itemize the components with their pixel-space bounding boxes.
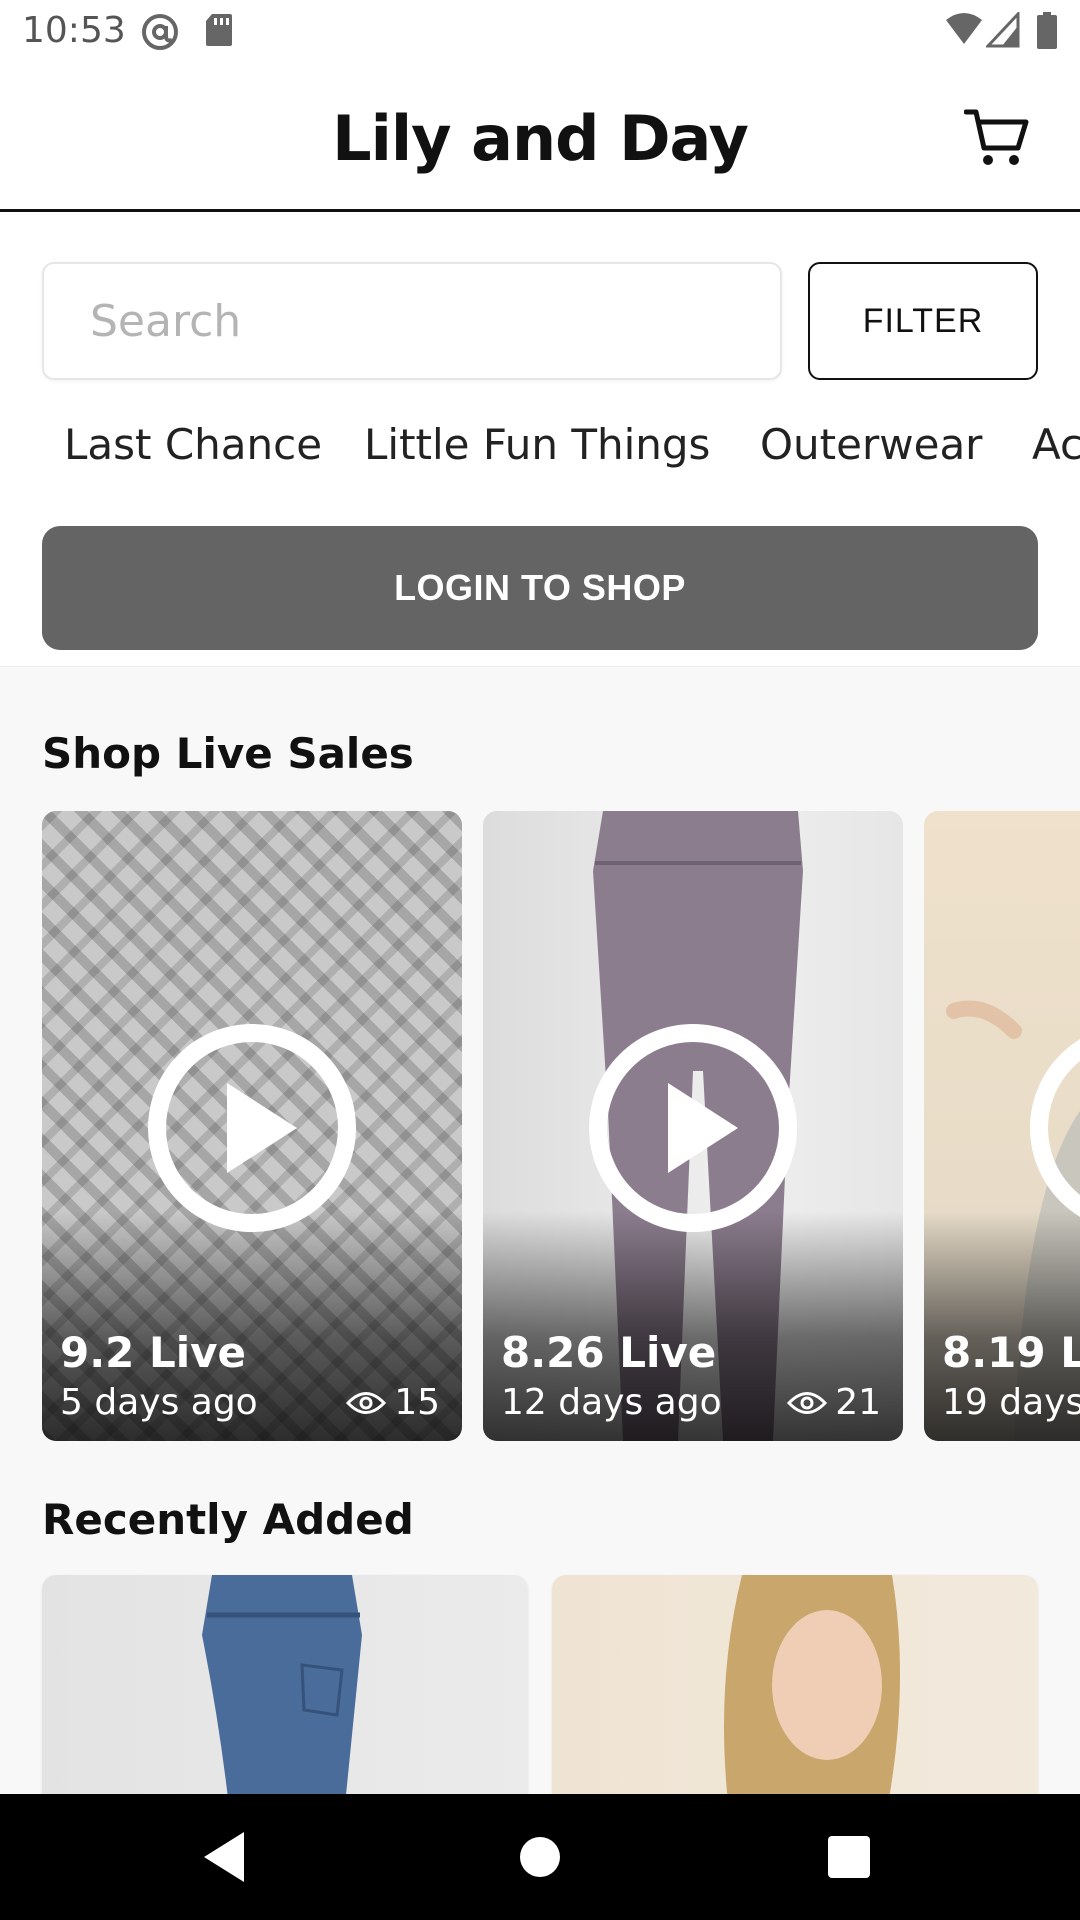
live-sale-date: 5 days ago: [60, 1382, 258, 1423]
live-sale-title: 8.19 LI: [942, 1328, 1080, 1377]
view-count: 21: [835, 1382, 881, 1423]
view-count: 15: [394, 1382, 440, 1423]
app-header: Lily and Day: [0, 62, 1080, 212]
section-title-recently-added: Recently Added: [42, 1495, 414, 1544]
at-sign-icon: [142, 14, 178, 50]
live-sale-card[interactable]: 9.2 Live 5 days ago 15: [42, 811, 462, 1441]
play-icon[interactable]: [147, 1023, 357, 1233]
battery-icon: [1037, 12, 1057, 49]
live-sale-date: 19 days: [942, 1382, 1080, 1423]
cart-icon[interactable]: [964, 104, 1030, 170]
main-content: Shop Live Sales 9.2 Live 5 days ago 15 8…: [0, 666, 1080, 1794]
category-little-fun-things[interactable]: Little Fun Things: [364, 420, 710, 469]
app-title: Lily and Day: [332, 102, 749, 175]
live-sale-views: 21: [787, 1382, 881, 1423]
system-nav-bar: [0, 1794, 1080, 1920]
status-bar: 10:53: [0, 0, 1080, 62]
model-image: [724, 1575, 900, 1794]
category-accessories[interactable]: Ac: [1032, 420, 1080, 469]
live-sale-title: 8.26 Live: [501, 1328, 717, 1377]
play-icon[interactable]: [1029, 1023, 1080, 1233]
live-sale-title: 9.2 Live: [60, 1328, 247, 1377]
sd-card-icon: [206, 14, 232, 46]
back-icon[interactable]: [192, 1824, 258, 1890]
eye-icon: [787, 1391, 828, 1414]
login-to-shop-button[interactable]: LOGIN TO SHOP: [42, 526, 1038, 650]
live-sale-views: 15: [346, 1382, 440, 1423]
filter-button[interactable]: FILTER: [808, 262, 1038, 380]
jeans-image: [202, 1575, 362, 1794]
signal-icon: [986, 12, 1020, 48]
category-tabs: Last Chance Little Fun Things Outerwear …: [0, 420, 1080, 486]
home-icon[interactable]: [507, 1824, 573, 1890]
section-title-live-sales: Shop Live Sales: [42, 729, 414, 778]
product-card[interactable]: [552, 1575, 1038, 1794]
category-last-chance[interactable]: Last Chance: [64, 420, 322, 469]
search-input[interactable]: [42, 262, 782, 380]
live-sale-card[interactable]: 8.19 LI 19 days: [924, 811, 1080, 1441]
recents-icon[interactable]: [816, 1824, 882, 1890]
product-card[interactable]: [42, 1575, 528, 1794]
live-sale-card[interactable]: 8.26 Live 12 days ago 21: [483, 811, 903, 1441]
live-sale-date: 12 days ago: [501, 1382, 722, 1423]
play-icon[interactable]: [588, 1023, 798, 1233]
category-outerwear[interactable]: Outerwear: [760, 420, 982, 469]
eye-icon: [346, 1391, 387, 1414]
wifi-icon: [946, 13, 982, 44]
status-time: 10:53: [22, 10, 126, 51]
